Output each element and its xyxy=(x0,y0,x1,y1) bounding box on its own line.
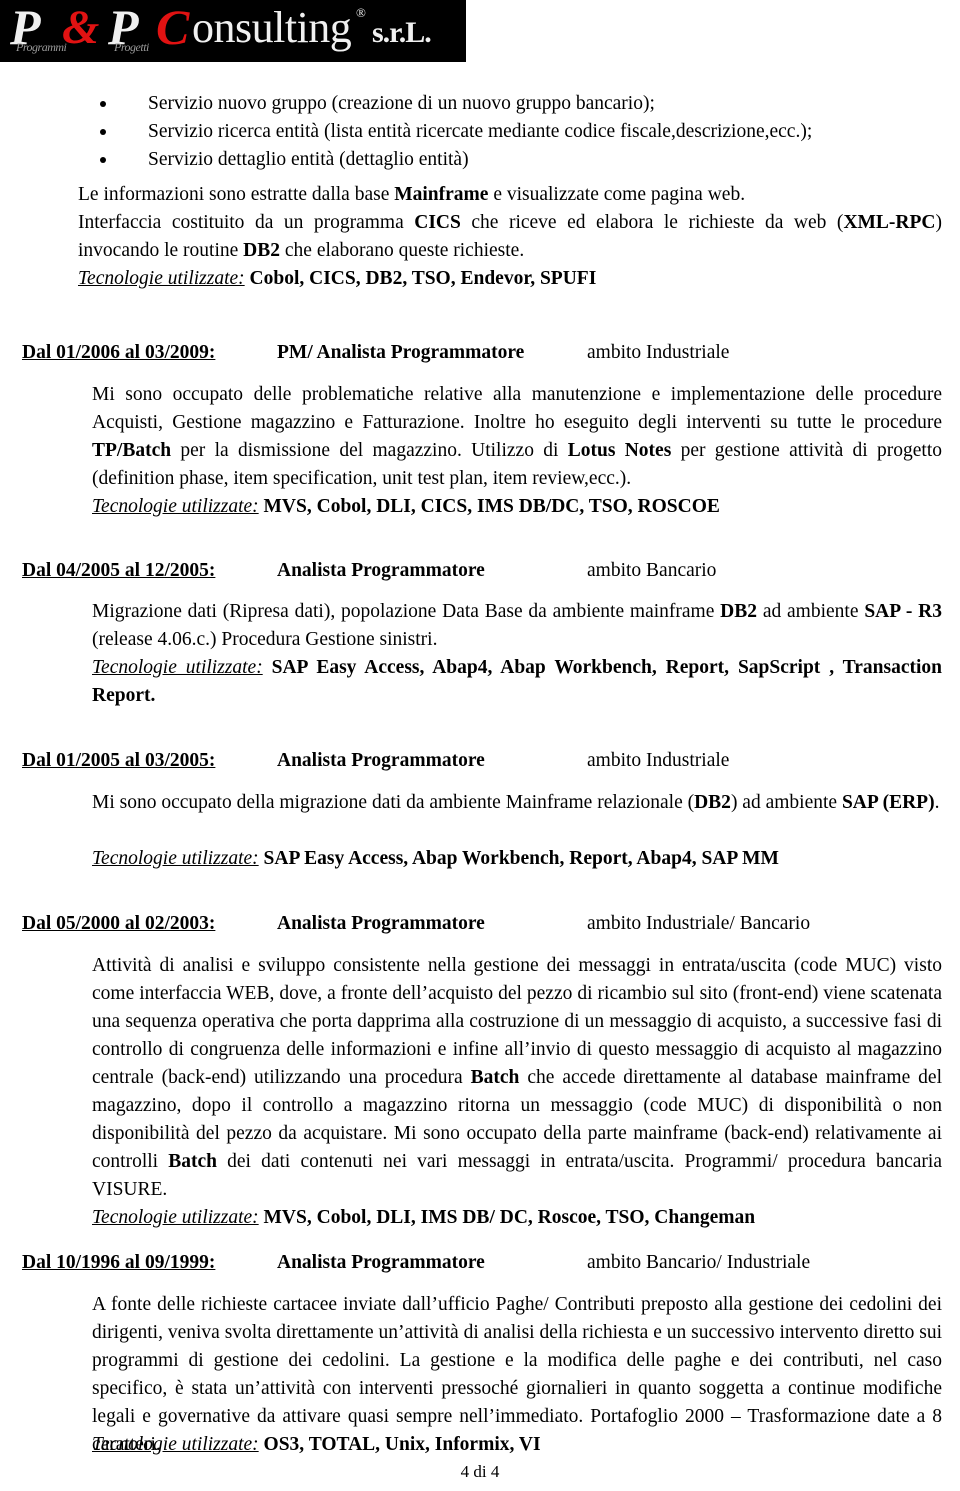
job-description-2: Migrazione dati (Ripresa dati), popolazi… xyxy=(92,598,942,654)
job-role: PM/ Analista Programmatore xyxy=(277,342,525,363)
logo-suffix-srl: s.r.L. xyxy=(372,16,432,49)
intro2-text-a: Interfaccia costituito da un programma xyxy=(78,212,415,233)
intro2-term-xmlrpc: XML-RPC xyxy=(843,212,936,233)
technologies-label: Tecnologie utilizzate: xyxy=(92,1434,259,1455)
job-scope: ambito Industriale xyxy=(587,342,730,363)
job-header-2: Dal 04/2005 al 12/2005: Analista Programm… xyxy=(22,558,952,584)
list-item-text: Servizio dettaglio entità (dettaglio ent… xyxy=(148,149,469,170)
job-header-1: Dal 01/2006 al 03/2009: PM/ Analista Prog… xyxy=(22,340,952,366)
intro-term-mainframe: Mainframe xyxy=(394,184,489,205)
job-role: Analista Programmatore xyxy=(277,560,485,581)
job-date-range: Dal 10/1996 al 09/1999: xyxy=(22,1252,216,1273)
intro-line-1: Le informazioni sono estratte dalla base… xyxy=(78,181,942,209)
logo-subtext-programmi: Programmi xyxy=(16,40,67,54)
job-scope: ambito Industriale/ Bancario xyxy=(587,913,811,934)
job-scope: ambito Bancario/ Industriale xyxy=(587,1252,811,1273)
page-number: 4 di 4 xyxy=(460,1462,500,1481)
intro-technologies: Tecnologie utilizzate: Cobol, CICS, DB2,… xyxy=(78,265,942,293)
technologies-label: Tecnologie utilizzate: xyxy=(92,1207,259,1228)
logo-letter-c: C xyxy=(156,0,190,55)
logo-inner: P Programmi & P Progetti C onsulting ® s… xyxy=(0,0,466,62)
list-item-text: Servizio nuovo gruppo (creazione di un n… xyxy=(148,93,655,114)
job-role: Analista Programmatore xyxy=(277,750,485,771)
job-role: Analista Programmatore xyxy=(277,1252,485,1273)
technologies-value: MVS, Cobol, DLI, IMS DB/ DC, Roscoe, TSO… xyxy=(258,1207,756,1228)
intro2-term-cics: CICS xyxy=(414,212,461,233)
job2-text-3: (release 4.06.c.) Procedura Gestione sin… xyxy=(92,629,438,650)
job4-term-batch-2: Batch xyxy=(168,1151,217,1172)
job2-text-2: ad ambiente xyxy=(757,601,865,622)
intro2-text-g: che elaborano queste richieste. xyxy=(280,240,525,261)
job-scope: ambito Bancario xyxy=(587,560,717,581)
technologies-label: Tecnologie utilizzate: xyxy=(92,496,259,517)
job1-term-tpbatch: TP/Batch xyxy=(92,440,172,461)
job-description-4: Attività di analisi e sviluppo consisten… xyxy=(92,952,942,1204)
intro-text-a: Le informazioni sono estratte dalla base xyxy=(78,184,395,205)
list-item: Servizio dettaglio entità (dettaglio ent… xyxy=(100,146,950,174)
job-date-range: Dal 01/2006 al 03/2009: xyxy=(22,342,216,363)
logo-subtext-progetti: Progetti xyxy=(114,40,149,54)
job-date-range: Dal 01/2005 al 03/2005: xyxy=(22,750,216,771)
job-description-1: Mi sono occupato delle problematiche rel… xyxy=(92,381,942,493)
technologies-label: Tecnologie utilizzate: xyxy=(78,268,245,289)
job3-text-1: Mi sono occupato della migrazione dati d… xyxy=(92,792,695,813)
bullet-icon xyxy=(100,157,106,163)
technologies-value: MVS, Cobol, DLI, CICS, IMS DB/DC, TSO, R… xyxy=(258,496,720,517)
services-bullet-list: Servizio nuovo gruppo (creazione di un n… xyxy=(100,90,950,174)
job1-term-lotusnotes: Lotus Notes xyxy=(567,440,672,461)
job-technologies-3: Tecnologie utilizzate: SAP Easy Access, … xyxy=(92,845,942,873)
job3-text-2: ) ad ambiente xyxy=(730,792,842,813)
job3-term-db2: DB2 xyxy=(694,792,731,813)
job-role: Analista Programmatore xyxy=(277,913,485,934)
job-description-3: Mi sono occupato della migrazione dati d… xyxy=(92,789,942,817)
job-technologies-4: Tecnologie utilizzate: MVS, Cobol, DLI, … xyxy=(92,1204,942,1232)
job-technologies-5: Tecnologie utilizzate: OS3, TOTAL, Unix,… xyxy=(92,1431,942,1459)
technologies-value: SAP Easy Access, Abap Workbench, Report,… xyxy=(258,848,779,869)
list-item: Servizio ricerca entità (lista entità ri… xyxy=(100,118,950,146)
company-logo: P Programmi & P Progetti C onsulting ® s… xyxy=(0,0,466,62)
job2-text-1: Migrazione dati (Ripresa dati), popolazi… xyxy=(92,601,721,622)
list-item: Servizio nuovo gruppo (creazione di un n… xyxy=(100,90,950,118)
intro2-term-db2: DB2 xyxy=(243,240,281,261)
job-technologies-1: Tecnologie utilizzate: MVS, Cobol, DLI, … xyxy=(92,493,942,521)
technologies-label: Tecnologie utilizzate: xyxy=(92,657,263,678)
logo-word-consulting: onsulting xyxy=(192,3,352,52)
intro-text-c: e visualizzate come pagina web. xyxy=(488,184,746,205)
job-header-5: Dal 10/1996 al 09/1999: Analista Programm… xyxy=(22,1250,952,1276)
bullet-icon xyxy=(100,101,106,107)
job-header-3: Dal 01/2005 al 03/2005: Analista Programm… xyxy=(22,748,952,774)
job1-text-2: per la dismissione del magazzino. Utiliz… xyxy=(171,440,568,461)
job1-text-1: Mi sono occupato delle problematiche rel… xyxy=(92,384,942,433)
registered-trademark-icon: ® xyxy=(356,5,366,20)
job-header-4: Dal 05/2000 al 02/2003: Analista Programm… xyxy=(22,911,952,937)
job3-term-saperp: SAP (ERP) xyxy=(841,792,935,813)
job-technologies-2: Tecnologie utilizzate: SAP Easy Access, … xyxy=(92,654,942,710)
job4-term-batch-1: Batch xyxy=(470,1067,520,1088)
job-date-range: Dal 05/2000 al 02/2003: xyxy=(22,913,216,934)
job-scope: ambito Industriale xyxy=(587,750,730,771)
job-date-range: Dal 04/2005 al 12/2005: xyxy=(22,560,216,581)
job2-term-db2: DB2 xyxy=(720,601,758,622)
job2-term-sapr3: SAP - R3 xyxy=(864,601,943,622)
technologies-value: OS3, TOTAL, Unix, Informix, VI xyxy=(258,1434,541,1455)
list-item-text: Servizio ricerca entità (lista entità ri… xyxy=(148,121,813,142)
logo-ampersand: & xyxy=(62,1,100,54)
technologies-value: Cobol, CICS, DB2, TSO, Endevor, SPUFI xyxy=(244,268,597,289)
intro2-text-c: che riceve ed elabora le richieste da we… xyxy=(460,212,844,233)
bullet-icon xyxy=(100,129,106,135)
job4-text-3: dei dati contenuti nei vari messaggi in … xyxy=(92,1151,942,1200)
intro-line-2: Interfaccia costituito da un programma C… xyxy=(78,209,942,265)
technologies-label: Tecnologie utilizzate: xyxy=(92,848,259,869)
job3-text-3: . xyxy=(934,792,940,813)
